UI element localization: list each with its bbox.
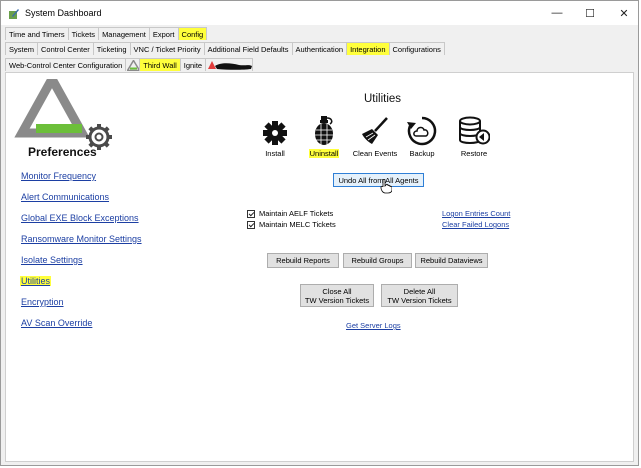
uninstall-button[interactable]: Uninstall	[299, 116, 349, 158]
integration-tab-row: Web-Control Center Configuration Third W…	[5, 58, 254, 71]
link-encryption[interactable]: Encryption	[21, 297, 64, 307]
restore-button[interactable]: Restore	[449, 116, 499, 158]
tab-time-and-timers[interactable]: Time and Timers	[5, 27, 69, 40]
tab-management[interactable]: Management	[98, 27, 150, 40]
tab-third-wall[interactable]: Third Wall	[139, 58, 181, 71]
close-button[interactable]: ✕	[614, 5, 634, 21]
checkbox-checked-icon	[247, 220, 255, 229]
tab-third-wall-icon[interactable]	[125, 58, 141, 71]
link-utilities[interactable]: Utilities	[20, 276, 52, 286]
install-label: Install	[265, 149, 285, 158]
preferences-label: Preferences	[28, 145, 97, 159]
tab-configurations[interactable]: Configurations	[388, 42, 445, 55]
app-icon	[9, 9, 19, 19]
minimize-button[interactable]: —	[547, 5, 567, 21]
rebuild-reports-button[interactable]: Rebuild Reports	[267, 253, 339, 268]
maintain-aelf-tickets-label: Maintain AELF Tickets	[259, 209, 334, 218]
tab-additional-field-defaults[interactable]: Additional Field Defaults	[203, 42, 293, 55]
link-av-scan-override[interactable]: AV Scan Override	[21, 318, 92, 328]
close-all-tw-version-tickets-button[interactable]: Close All TW Version Tickets	[300, 284, 374, 307]
config-tab-row: System Control Center Ticketing VNC / Ti…	[5, 42, 445, 55]
install-button[interactable]: Install	[250, 116, 300, 158]
link-ransomware-monitor-settings[interactable]: Ransomware Monitor Settings	[21, 234, 142, 244]
tab-ticketing[interactable]: Ticketing	[92, 42, 131, 55]
link-get-server-logs[interactable]: Get Server Logs	[346, 321, 401, 330]
gear-install-icon	[263, 121, 287, 145]
link-alert-communications[interactable]: Alert Communications	[21, 192, 109, 202]
checkbox-checked-icon	[247, 209, 255, 218]
link-monitor-frequency[interactable]: Monitor Frequency	[21, 171, 96, 181]
rebuild-groups-button[interactable]: Rebuild Groups	[343, 253, 412, 268]
cloud-backup-icon	[407, 116, 437, 146]
main-tab-row: Time and Timers Tickets Management Expor…	[5, 27, 208, 40]
tab-ignite[interactable]: Ignite	[179, 58, 207, 71]
link-isolate-settings[interactable]: Isolate Settings	[21, 255, 83, 265]
tab-authentication[interactable]: Authentication	[291, 42, 348, 55]
maintain-melc-tickets-checkbox[interactable]: Maintain MELC Tickets	[247, 220, 336, 229]
backup-label: Backup	[409, 149, 435, 158]
backup-button[interactable]: Backup	[397, 116, 447, 158]
grenade-icon	[315, 116, 333, 145]
hand-cursor-icon	[380, 179, 392, 194]
maintain-aelf-tickets-checkbox[interactable]: Maintain AELF Tickets	[247, 209, 333, 218]
tab-export[interactable]: Export	[148, 27, 179, 40]
window-title: System Dashboard	[25, 8, 102, 18]
tab-control-center[interactable]: Control Center	[37, 42, 94, 55]
rebuild-dataviews-button[interactable]: Rebuild Dataviews	[415, 253, 488, 268]
database-restore-icon	[459, 116, 490, 145]
link-global-exe-block-exceptions[interactable]: Global EXE Block Exceptions	[21, 213, 139, 223]
broom-icon	[362, 117, 388, 144]
tab-web-control-center-configuration[interactable]: Web-Control Center Configuration	[5, 58, 127, 71]
redacted-warning-icon	[208, 61, 253, 70]
undo-all-from-all-agents-button[interactable]: Undo All from All Agents	[333, 173, 424, 187]
tab-system[interactable]: System	[5, 42, 39, 55]
tab-vnc-ticket-priority[interactable]: VNC / Ticket Priority	[129, 42, 205, 55]
delete-all-tw-version-tickets-button[interactable]: Delete All TW Version Tickets	[381, 284, 458, 307]
link-clear-failed-logons[interactable]: Clear Failed Logons	[442, 220, 509, 229]
maintain-melc-tickets-label: Maintain MELC Tickets	[259, 220, 336, 229]
clean-events-button[interactable]: Clean Events	[350, 116, 400, 158]
title-bar: System Dashboard — ☐ ✕	[1, 1, 638, 25]
utilities-heading: Utilities	[364, 93, 402, 105]
tab-tickets[interactable]: Tickets	[67, 27, 100, 40]
maximize-button[interactable]: ☐	[580, 5, 600, 21]
uninstall-label: Uninstall	[308, 149, 340, 158]
tab-config[interactable]: Config	[177, 27, 208, 40]
clean-events-label: Clean Events	[352, 149, 398, 158]
link-logon-entries-count[interactable]: Logon Entries Count	[442, 209, 510, 218]
restore-label: Restore	[460, 149, 488, 158]
tab-integration[interactable]: Integration	[346, 42, 390, 55]
tab-redacted[interactable]	[205, 58, 254, 71]
